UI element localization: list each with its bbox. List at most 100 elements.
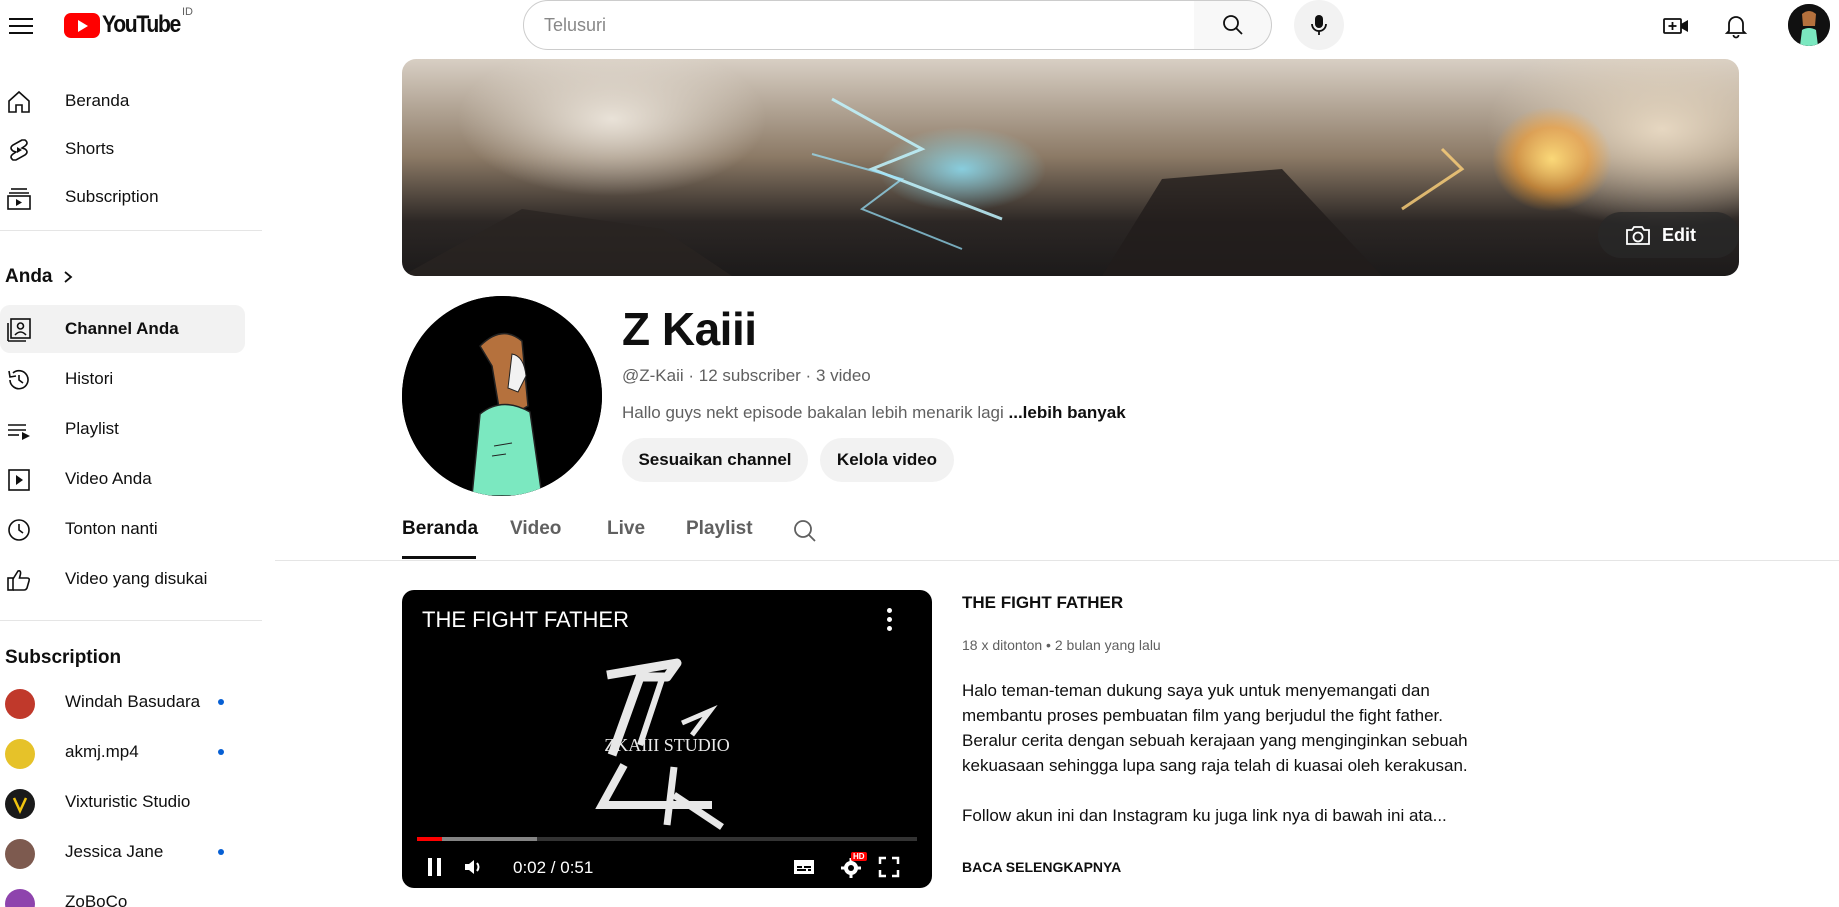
masthead: YouTube ID [0, 0, 1839, 50]
youtube-play-icon [64, 12, 100, 38]
sidebar: Beranda Shorts Subscription Anda Channel… [0, 50, 262, 907]
channel-description[interactable]: Hallo guys nekt episode bakalan lebih me… [622, 403, 1126, 423]
subscription-item[interactable]: Windah Basudara [0, 678, 245, 726]
sidebar-item-playlist[interactable]: Playlist [0, 405, 245, 453]
read-more-link[interactable]: BACA SELENGKAPNYA [962, 859, 1121, 875]
subscription-name: Jessica Jane [65, 842, 164, 861]
channel-banner: Edit [402, 59, 1739, 276]
sidebar-item-liked-videos[interactable]: Video yang disukai [0, 555, 245, 603]
home-icon [8, 90, 30, 113]
new-content-dot [218, 849, 224, 855]
notifications-button[interactable] [1720, 10, 1752, 42]
search-box [523, 0, 1195, 50]
sidebar-item-label: Tonton nanti [65, 519, 158, 538]
channel-avatar [5, 839, 35, 869]
subscriptions-heading: Subscription [5, 647, 122, 668]
sidebar-item-label: Video yang disukai [65, 569, 208, 588]
channel-search-icon[interactable] [792, 518, 818, 544]
search-button[interactable] [1194, 0, 1272, 50]
tab-playlists[interactable]: Playlist [686, 518, 753, 540]
manage-videos-button[interactable]: Kelola video [820, 438, 954, 482]
edit-banner-button[interactable]: Edit [1598, 212, 1739, 258]
sidebar-item-label: Subscription [65, 187, 159, 206]
subscription-name: akmj.mp4 [65, 742, 139, 761]
more-options-icon[interactable] [886, 608, 892, 632]
you-heading: Anda [5, 266, 53, 287]
subscription-name: Windah Basudara [65, 692, 201, 711]
channel-avatar [5, 789, 35, 819]
tab-live[interactable]: Live [607, 518, 645, 540]
pause-button[interactable] [422, 854, 448, 880]
channel-icon [7, 318, 31, 342]
sidebar-item-label: Playlist [65, 419, 119, 438]
sidebar-item-label: Video Anda [65, 469, 152, 488]
progress-played [417, 837, 442, 841]
customize-channel-button[interactable]: Sesuaikan channel [622, 438, 808, 482]
edit-label: Edit [1662, 224, 1696, 245]
you-section-header[interactable]: Anda [0, 253, 245, 301]
subtitles-icon [794, 860, 814, 874]
create-video-icon [1663, 18, 1688, 34]
sidebar-item-label: Histori [65, 369, 114, 388]
subscription-item[interactable]: Jessica Jane [0, 828, 245, 876]
history-icon [8, 369, 29, 390]
search-input[interactable] [544, 14, 1194, 36]
menu-icon[interactable] [6, 10, 36, 40]
sidebar-item-watch-later[interactable]: Tonton nanti [0, 505, 245, 553]
zkaiii-studio-logo: ZKAIII STUDIO [595, 658, 730, 830]
featured-video-title[interactable]: THE FIGHT FATHER [962, 593, 1123, 613]
sidebar-item-home[interactable]: Beranda [0, 77, 245, 125]
player-time: 0:02 / 0:51 [513, 858, 594, 877]
sidebar-item-your-videos[interactable]: Video Anda [0, 455, 245, 503]
sidebar-item-your-channel[interactable]: Channel Anda [0, 305, 245, 353]
new-content-dot [218, 749, 224, 755]
view-count: 18 x ditonton [962, 637, 1043, 653]
subscription-item[interactable]: akmj.mp4 [0, 728, 245, 776]
subtitles-button[interactable] [791, 854, 817, 880]
tab-home[interactable]: Beranda [402, 518, 478, 540]
camera-icon [1626, 226, 1650, 245]
country-code: ID [182, 6, 193, 18]
sidebar-item-history[interactable]: Histori [0, 355, 245, 403]
channel-avatar-large[interactable] [402, 296, 602, 496]
liked-icon [7, 570, 31, 591]
video-player[interactable]: THE FIGHT FATHER ZKAIII STUDIO 0:02 / 0:… [402, 590, 932, 888]
avatar-icon [1788, 4, 1830, 46]
subscriber-count: 12 subscriber [698, 366, 801, 385]
more-link[interactable]: ...lebih banyak [1009, 403, 1126, 422]
tab-videos[interactable]: Video [510, 518, 561, 540]
sidebar-item-label: Shorts [65, 139, 115, 158]
subscription-name: Vixturistic Studio [65, 792, 191, 811]
subscription-item[interactable]: ZoBoCo [0, 878, 245, 907]
channel-avatar-art [402, 296, 602, 496]
channel-avatar [5, 689, 35, 719]
progress-bar[interactable] [417, 837, 917, 841]
pause-icon [428, 858, 441, 876]
featured-video-meta: 18 x ditonton • 2 bulan yang lalu [962, 637, 1161, 653]
subscription-item[interactable]: Vixturistic Studio [0, 778, 245, 826]
account-avatar[interactable] [1788, 4, 1830, 46]
fullscreen-button[interactable] [876, 854, 902, 880]
channel-meta: @Z-Kaii · 12 subscriber · 3 video [622, 366, 871, 385]
sidebar-item-subscriptions[interactable]: Subscription [0, 173, 245, 221]
sidebar-item-label: Channel Anda [65, 319, 179, 338]
bell-icon [1724, 16, 1748, 39]
voice-search-button[interactable] [1294, 0, 1344, 50]
youtube-logo[interactable]: YouTube [64, 11, 191, 39]
hd-badge: HD [851, 852, 867, 861]
sidebar-divider [0, 230, 262, 231]
playlist-icon [8, 424, 30, 440]
create-button[interactable] [1660, 10, 1692, 42]
sidebar-item-shorts[interactable]: Shorts [0, 125, 245, 173]
active-tab-indicator [402, 556, 476, 559]
new-content-dot [218, 699, 224, 705]
featured-video-description: Halo teman-teman dukung saya yuk untuk m… [962, 678, 1482, 828]
player-title[interactable]: THE FIGHT FATHER [422, 607, 629, 633]
vixturistic-logo-icon [12, 797, 28, 814]
tabs-divider [275, 560, 1839, 561]
volume-icon [465, 860, 480, 874]
volume-button[interactable] [461, 854, 487, 880]
settings-button[interactable]: HD [838, 852, 867, 880]
channel-name: Z Kaiii [622, 303, 757, 355]
sidebar-divider [0, 620, 262, 621]
